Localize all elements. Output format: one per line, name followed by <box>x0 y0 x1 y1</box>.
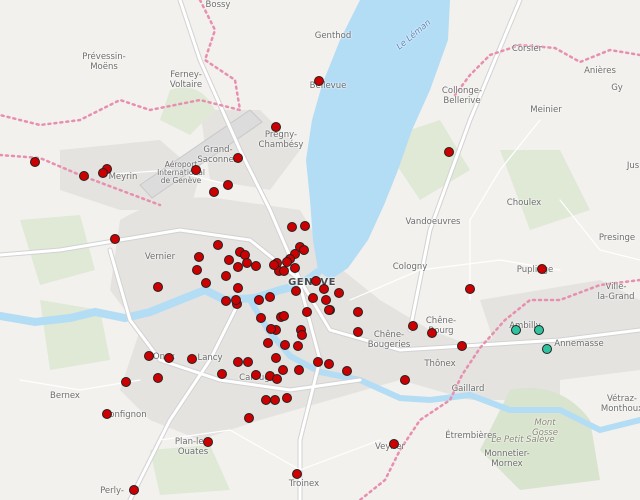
map-marker-red[interactable] <box>400 375 410 385</box>
map-marker-red[interactable] <box>129 485 139 495</box>
map-marker-teal[interactable] <box>534 325 544 335</box>
map-marker-red[interactable] <box>191 165 201 175</box>
map-marker-red[interactable] <box>299 245 309 255</box>
map-marker-red[interactable] <box>263 338 273 348</box>
map-marker-red[interactable] <box>465 284 475 294</box>
map-marker-red[interactable] <box>427 328 437 338</box>
map-view[interactable]: Bossy Genthod Corsier Anières Le Léman P… <box>0 0 640 500</box>
map-marker-red[interactable] <box>192 265 202 275</box>
map-marker-red[interactable] <box>282 257 292 267</box>
map-marker-red[interactable] <box>280 340 290 350</box>
marker-layer <box>30 76 552 495</box>
map-marker-red[interactable] <box>110 234 120 244</box>
map-marker-red[interactable] <box>313 357 323 367</box>
map-marker-red[interactable] <box>201 278 211 288</box>
map-marker-red[interactable] <box>353 327 363 337</box>
map-marker-red[interactable] <box>266 324 276 334</box>
map-marker-red[interactable] <box>144 351 154 361</box>
map-marker-red[interactable] <box>294 365 304 375</box>
map-marker-red[interactable] <box>282 393 292 403</box>
map-marker-red[interactable] <box>308 293 318 303</box>
map-marker-red[interactable] <box>254 295 264 305</box>
map-marker-red[interactable] <box>153 282 163 292</box>
map-marker-red[interactable] <box>278 365 288 375</box>
map-marker-red[interactable] <box>244 413 254 423</box>
map-marker-red[interactable] <box>251 370 261 380</box>
map-marker-red[interactable] <box>98 168 108 178</box>
map-marker-red[interactable] <box>319 284 329 294</box>
map-marker-red[interactable] <box>233 357 243 367</box>
map-marker-red[interactable] <box>311 276 321 286</box>
map-marker-red[interactable] <box>221 296 231 306</box>
map-marker-red[interactable] <box>121 377 131 387</box>
map-marker-red[interactable] <box>457 341 467 351</box>
map-marker-red[interactable] <box>290 263 300 273</box>
map-marker-red[interactable] <box>203 437 213 447</box>
map-marker-red[interactable] <box>297 330 307 340</box>
map-marker-red[interactable] <box>261 395 271 405</box>
map-marker-red[interactable] <box>265 292 275 302</box>
map-marker-red[interactable] <box>153 373 163 383</box>
map-marker-red[interactable] <box>287 222 297 232</box>
map-marker-red[interactable] <box>293 341 303 351</box>
map-marker-red[interactable] <box>242 258 252 268</box>
map-marker-red[interactable] <box>537 264 547 274</box>
map-marker-red[interactable] <box>269 260 279 270</box>
map-marker-red[interactable] <box>334 288 344 298</box>
map-marker-teal[interactable] <box>511 325 521 335</box>
map-marker-red[interactable] <box>187 354 197 364</box>
map-marker-red[interactable] <box>194 252 204 262</box>
map-marker-red[interactable] <box>324 359 334 369</box>
map-marker-red[interactable] <box>251 261 261 271</box>
map-marker-red[interactable] <box>302 307 312 317</box>
map-marker-red[interactable] <box>256 313 266 323</box>
map-marker-red[interactable] <box>233 153 243 163</box>
map-marker-red[interactable] <box>291 286 301 296</box>
map-marker-red[interactable] <box>270 395 280 405</box>
map-marker-red[interactable] <box>272 374 282 384</box>
map-marker-red[interactable] <box>243 357 253 367</box>
map-marker-red[interactable] <box>233 283 243 293</box>
map-marker-red[interactable] <box>279 311 289 321</box>
map-marker-red[interactable] <box>279 266 289 276</box>
map-marker-red[interactable] <box>300 221 310 231</box>
map-marker-red[interactable] <box>164 353 174 363</box>
map-marker-red[interactable] <box>102 409 112 419</box>
map-marker-red[interactable] <box>217 369 227 379</box>
map-marker-red[interactable] <box>353 307 363 317</box>
map-marker-red[interactable] <box>321 295 331 305</box>
map-marker-red[interactable] <box>231 295 241 305</box>
map-marker-red[interactable] <box>209 187 219 197</box>
map-marker-red[interactable] <box>444 147 454 157</box>
map-marker-red[interactable] <box>221 271 231 281</box>
map-marker-red[interactable] <box>342 366 352 376</box>
map-marker-red[interactable] <box>223 180 233 190</box>
map-marker-red[interactable] <box>233 262 243 272</box>
map-marker-red[interactable] <box>213 240 223 250</box>
map-marker-red[interactable] <box>314 76 324 86</box>
map-marker-red[interactable] <box>389 439 399 449</box>
map-marker-red[interactable] <box>79 171 89 181</box>
map-marker-red[interactable] <box>271 353 281 363</box>
map-marker-red[interactable] <box>292 469 302 479</box>
map-marker-teal[interactable] <box>542 344 552 354</box>
map-marker-red[interactable] <box>271 122 281 132</box>
map-marker-red[interactable] <box>408 321 418 331</box>
map-marker-red[interactable] <box>324 305 334 315</box>
map-marker-red[interactable] <box>30 157 40 167</box>
map-marker-red[interactable] <box>224 255 234 265</box>
